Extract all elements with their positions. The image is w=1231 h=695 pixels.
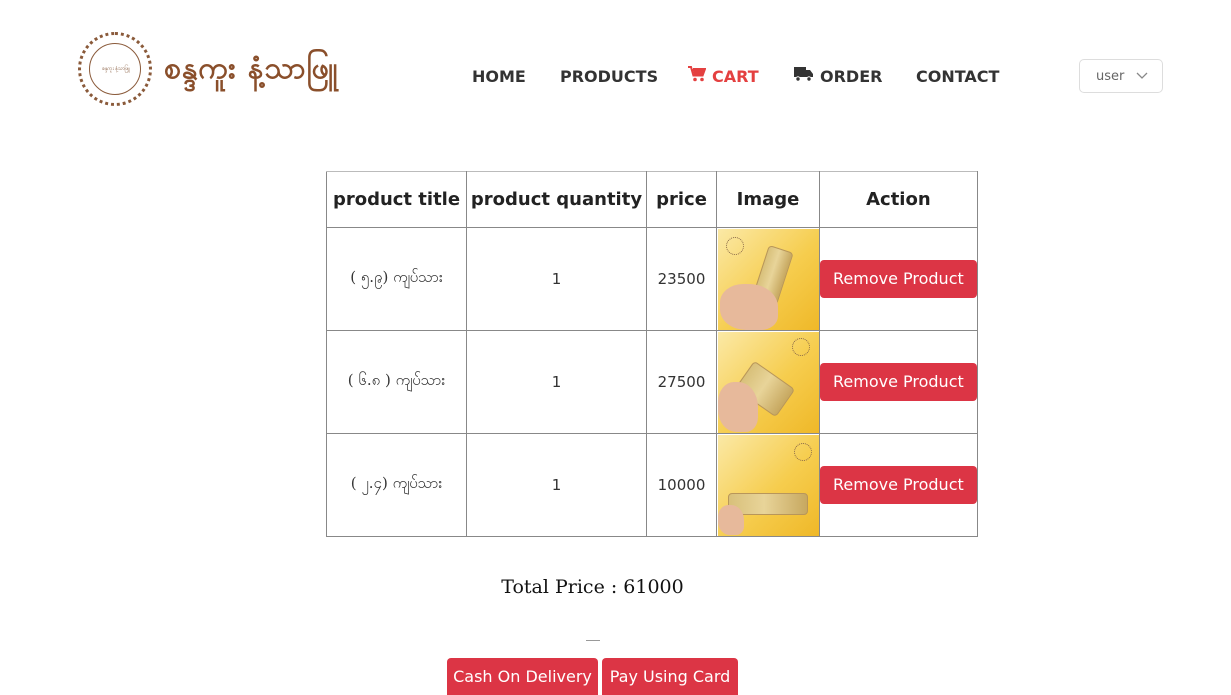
nav-order-label: ORDER [820,66,883,86]
table-row: ( ၂.၄) ကျပ်သား 1 10000 Remove Product [326,433,978,537]
brand-logo[interactable]: စန္ဒကူး နံ့သာဖြူ စန္ဒကူး နံ့သာဖြူ [76,30,376,110]
total-price: Total Price : 61000 [501,576,684,598]
cart-icon [688,66,707,86]
logo-mark-text: စန္ဒကူး နံ့သာဖြူ [102,66,130,72]
header-price: price [646,171,717,228]
brand-name: စန္ဒကူး နံ့သာဖြူ [164,51,339,86]
product-quantity: 1 [466,227,647,331]
nav-contact-label: CONTACT [916,66,1000,86]
product-quantity: 1 [466,433,647,537]
nav-home-label: HOME [472,66,526,86]
truck-icon [794,66,814,86]
header-product-quantity: product quantity [466,171,647,228]
remove-product-button[interactable]: Remove Product [820,466,977,504]
table-row: ( ၆.၈ ) ကျပ်သား 1 27500 Remove Product [326,330,978,434]
product-title: ( ၂.၄) ကျပ်သား [326,433,467,537]
logo-emblem: စန္ဒကူး နံ့သာဖြူ [78,32,152,106]
remove-product-button[interactable]: Remove Product [820,260,977,298]
header-image: Image [716,171,820,228]
user-dropdown[interactable]: user [1079,59,1163,93]
table-row: ( ၅.၉) ကျပ်သား 1 23500 Remove Product [326,227,978,331]
product-price: 10000 [646,433,717,537]
nav-products-label: PRODUCTS [560,66,659,86]
cash-on-delivery-button[interactable]: Cash On Delivery [447,658,598,695]
product-quantity: 1 [466,330,647,434]
product-price: 23500 [646,227,717,331]
product-title: ( ၅.၉) ကျပ်သား [326,227,467,331]
nav-cart-label: CART [712,66,759,86]
product-image [717,331,819,433]
nav-home[interactable]: HOME [472,62,526,90]
divider [586,640,600,641]
product-image [717,228,819,330]
cart-table-header: product title product quantity price Ima… [326,171,978,228]
header-action: Action [819,171,978,228]
product-image [717,434,819,536]
product-price: 27500 [646,330,717,434]
remove-product-button[interactable]: Remove Product [820,363,977,401]
product-title: ( ၆.၈ ) ကျပ်သား [326,330,467,434]
header-product-title: product title [326,171,467,228]
cart-table: product title product quantity price Ima… [326,171,978,537]
user-dropdown-value: user [1096,68,1125,84]
nav-order[interactable]: ORDER [794,62,882,90]
chevron-down-icon [1136,69,1148,84]
site-header: စန္ဒကူး နံ့သာဖြူ စန္ဒကူး နံ့သာဖြူ HOME P… [0,0,1231,150]
pay-using-card-button[interactable]: Pay Using Card [602,658,738,695]
nav-cart[interactable]: CART [688,62,759,90]
nav-products[interactable]: PRODUCTS [560,62,658,90]
nav-contact[interactable]: CONTACT [916,62,999,90]
